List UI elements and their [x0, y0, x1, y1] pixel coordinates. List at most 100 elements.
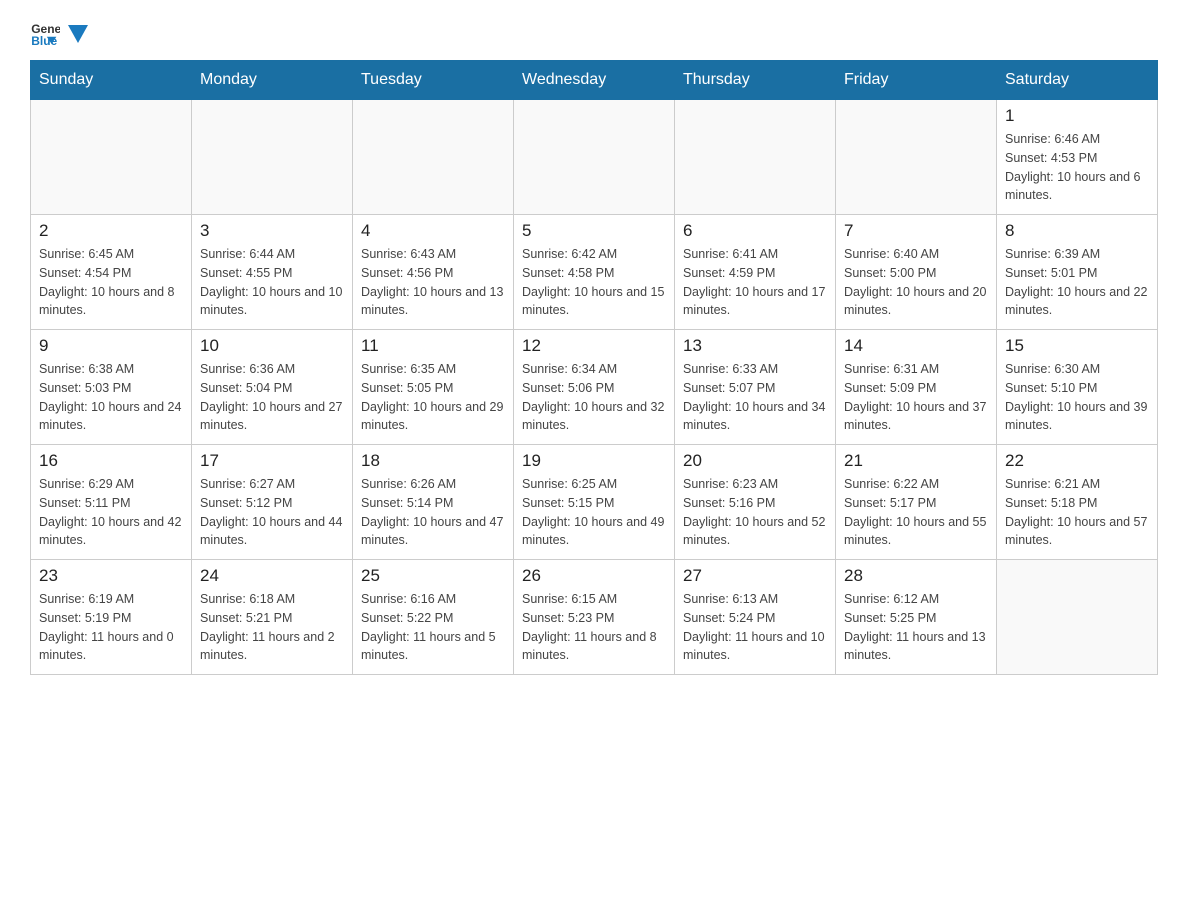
- weekday-header-saturday: Saturday: [997, 61, 1158, 100]
- calendar-cell: 26 Sunrise: 6:15 AM Sunset: 5:23 PM Dayli…: [514, 560, 675, 675]
- day-info: Sunrise: 6:38 AM Sunset: 5:03 PM Dayligh…: [39, 360, 183, 435]
- day-info: Sunrise: 6:25 AM Sunset: 5:15 PM Dayligh…: [522, 475, 666, 550]
- day-number: 12: [522, 336, 666, 356]
- calendar-cell: 27Sunrise: 6:13 AM Sunset: 5:24 PM Dayli…: [675, 560, 836, 675]
- day-info: Sunrise: 6:44 AM Sunset: 4:55 PM Dayligh…: [200, 245, 344, 320]
- weekday-header-tuesday: Tuesday: [353, 61, 514, 100]
- calendar-cell: 1 Sunrise: 6:46 AM Sunset: 4:53 PM Daylig…: [997, 100, 1158, 215]
- day-info: Sunrise: 6:12 AM Sunset: 5:25 PM Dayligh…: [844, 590, 988, 665]
- day-info: Sunrise: 6:45 AM Sunset: 4:54 PM Dayligh…: [39, 245, 183, 320]
- logo-triangle-icon: [68, 25, 88, 45]
- calendar-cell: 14 Sunrise: 6:31 AM Sunset: 5:09 PM Dayli…: [836, 330, 997, 445]
- weekday-header-wednesday: Wednesday: [514, 61, 675, 100]
- day-number: 28: [844, 566, 988, 586]
- calendar-cell: [31, 100, 192, 215]
- calendar-cell: 5 Sunrise: 6:42 AM Sunset: 4:58 PM Daylig…: [514, 215, 675, 330]
- day-info: Sunrise: 6:40 AM Sunset: 5:00 PM Dayligh…: [844, 245, 988, 320]
- calendar-cell: 20 Sunrise: 6:23 AM Sunset: 5:16 PM Dayli…: [675, 445, 836, 560]
- day-number: 17: [200, 451, 344, 471]
- day-info: Sunrise: 6:19 AM Sunset: 5:19 PM Dayligh…: [39, 590, 183, 665]
- day-number: 4: [361, 221, 505, 241]
- calendar-cell: 7 Sunrise: 6:40 AM Sunset: 5:00 PM Daylig…: [836, 215, 997, 330]
- calendar-cell: 17 Sunrise: 6:27 AM Sunset: 5:12 PM Dayli…: [192, 445, 353, 560]
- calendar-cell: 10 Sunrise: 6:36 AM Sunset: 5:04 PM Dayli…: [192, 330, 353, 445]
- calendar-cell: [836, 100, 997, 215]
- calendar-cell: 25 Sunrise: 6:16 AM Sunset: 5:22 PM Dayli…: [353, 560, 514, 675]
- calendar-cell: 23Sunrise: 6:19 AM Sunset: 5:19 PM Dayli…: [31, 560, 192, 675]
- calendar-cell: [675, 100, 836, 215]
- day-info: Sunrise: 6:36 AM Sunset: 5:04 PM Dayligh…: [200, 360, 344, 435]
- calendar-cell: [514, 100, 675, 215]
- day-number: 19: [522, 451, 666, 471]
- day-info: Sunrise: 6:46 AM Sunset: 4:53 PM Dayligh…: [1005, 130, 1149, 205]
- calendar-week-row: 2Sunrise: 6:45 AM Sunset: 4:54 PM Daylig…: [31, 215, 1158, 330]
- calendar-cell: 6 Sunrise: 6:41 AM Sunset: 4:59 PM Daylig…: [675, 215, 836, 330]
- calendar-cell: 24Sunrise: 6:18 AM Sunset: 5:21 PM Dayli…: [192, 560, 353, 675]
- day-info: Sunrise: 6:31 AM Sunset: 5:09 PM Dayligh…: [844, 360, 988, 435]
- calendar-cell: [353, 100, 514, 215]
- day-number: 16: [39, 451, 183, 471]
- weekday-header-thursday: Thursday: [675, 61, 836, 100]
- day-info: Sunrise: 6:15 AM Sunset: 5:23 PM Dayligh…: [522, 590, 666, 665]
- day-info: Sunrise: 6:16 AM Sunset: 5:22 PM Dayligh…: [361, 590, 505, 665]
- day-number: 13: [683, 336, 827, 356]
- calendar-cell: 13 Sunrise: 6:33 AM Sunset: 5:07 PM Dayli…: [675, 330, 836, 445]
- calendar-cell: 11Sunrise: 6:35 AM Sunset: 5:05 PM Dayli…: [353, 330, 514, 445]
- day-number: 8: [1005, 221, 1149, 241]
- calendar-cell: 28 Sunrise: 6:12 AM Sunset: 5:25 PM Dayli…: [836, 560, 997, 675]
- day-info: Sunrise: 6:21 AM Sunset: 5:18 PM Dayligh…: [1005, 475, 1149, 550]
- day-info: Sunrise: 6:18 AM Sunset: 5:21 PM Dayligh…: [200, 590, 344, 665]
- day-info: Sunrise: 6:22 AM Sunset: 5:17 PM Dayligh…: [844, 475, 988, 550]
- calendar-cell: 4 Sunrise: 6:43 AM Sunset: 4:56 PM Daylig…: [353, 215, 514, 330]
- day-number: 20: [683, 451, 827, 471]
- logo-icon: General Blue: [30, 20, 60, 50]
- calendar-cell: 16Sunrise: 6:29 AM Sunset: 5:11 PM Dayli…: [31, 445, 192, 560]
- day-number: 6: [683, 221, 827, 241]
- calendar-cell: 9 Sunrise: 6:38 AM Sunset: 5:03 PM Daylig…: [31, 330, 192, 445]
- weekday-header-sunday: Sunday: [31, 61, 192, 100]
- weekday-header-monday: Monday: [192, 61, 353, 100]
- day-number: 1: [1005, 106, 1149, 126]
- day-info: Sunrise: 6:43 AM Sunset: 4:56 PM Dayligh…: [361, 245, 505, 320]
- day-number: 25: [361, 566, 505, 586]
- weekday-header-friday: Friday: [836, 61, 997, 100]
- calendar-week-row: 1 Sunrise: 6:46 AM Sunset: 4:53 PM Daylig…: [31, 100, 1158, 215]
- svg-text:Blue: Blue: [31, 34, 57, 48]
- day-number: 15: [1005, 336, 1149, 356]
- page-header: General Blue: [30, 20, 1158, 50]
- day-number: 18: [361, 451, 505, 471]
- day-info: Sunrise: 6:27 AM Sunset: 5:12 PM Dayligh…: [200, 475, 344, 550]
- calendar-body: 1 Sunrise: 6:46 AM Sunset: 4:53 PM Daylig…: [31, 100, 1158, 675]
- calendar-cell: 18 Sunrise: 6:26 AM Sunset: 5:14 PM Dayli…: [353, 445, 514, 560]
- day-info: Sunrise: 6:34 AM Sunset: 5:06 PM Dayligh…: [522, 360, 666, 435]
- day-number: 21: [844, 451, 988, 471]
- calendar-cell: 15Sunrise: 6:30 AM Sunset: 5:10 PM Dayli…: [997, 330, 1158, 445]
- day-info: Sunrise: 6:41 AM Sunset: 4:59 PM Dayligh…: [683, 245, 827, 320]
- calendar-header: SundayMondayTuesdayWednesdayThursdayFrid…: [31, 61, 1158, 100]
- day-number: 14: [844, 336, 988, 356]
- day-info: Sunrise: 6:26 AM Sunset: 5:14 PM Dayligh…: [361, 475, 505, 550]
- calendar-week-row: 16Sunrise: 6:29 AM Sunset: 5:11 PM Dayli…: [31, 445, 1158, 560]
- calendar-cell: 3Sunrise: 6:44 AM Sunset: 4:55 PM Daylig…: [192, 215, 353, 330]
- logo: General Blue: [30, 20, 90, 50]
- day-info: Sunrise: 6:23 AM Sunset: 5:16 PM Dayligh…: [683, 475, 827, 550]
- day-number: 5: [522, 221, 666, 241]
- calendar-cell: 8Sunrise: 6:39 AM Sunset: 5:01 PM Daylig…: [997, 215, 1158, 330]
- day-number: 10: [200, 336, 344, 356]
- day-number: 11: [361, 336, 505, 356]
- calendar-cell: [192, 100, 353, 215]
- calendar-cell: 22 Sunrise: 6:21 AM Sunset: 5:18 PM Dayli…: [997, 445, 1158, 560]
- day-number: 7: [844, 221, 988, 241]
- day-number: 9: [39, 336, 183, 356]
- day-number: 26: [522, 566, 666, 586]
- day-info: Sunrise: 6:33 AM Sunset: 5:07 PM Dayligh…: [683, 360, 827, 435]
- calendar-cell: 19 Sunrise: 6:25 AM Sunset: 5:15 PM Dayli…: [514, 445, 675, 560]
- day-number: 27: [683, 566, 827, 586]
- calendar-table: SundayMondayTuesdayWednesdayThursdayFrid…: [30, 60, 1158, 675]
- calendar-cell: 12 Sunrise: 6:34 AM Sunset: 5:06 PM Dayli…: [514, 330, 675, 445]
- calendar-cell: 2Sunrise: 6:45 AM Sunset: 4:54 PM Daylig…: [31, 215, 192, 330]
- day-info: Sunrise: 6:42 AM Sunset: 4:58 PM Dayligh…: [522, 245, 666, 320]
- calendar-week-row: 9 Sunrise: 6:38 AM Sunset: 5:03 PM Daylig…: [31, 330, 1158, 445]
- day-number: 22: [1005, 451, 1149, 471]
- calendar-week-row: 23Sunrise: 6:19 AM Sunset: 5:19 PM Dayli…: [31, 560, 1158, 675]
